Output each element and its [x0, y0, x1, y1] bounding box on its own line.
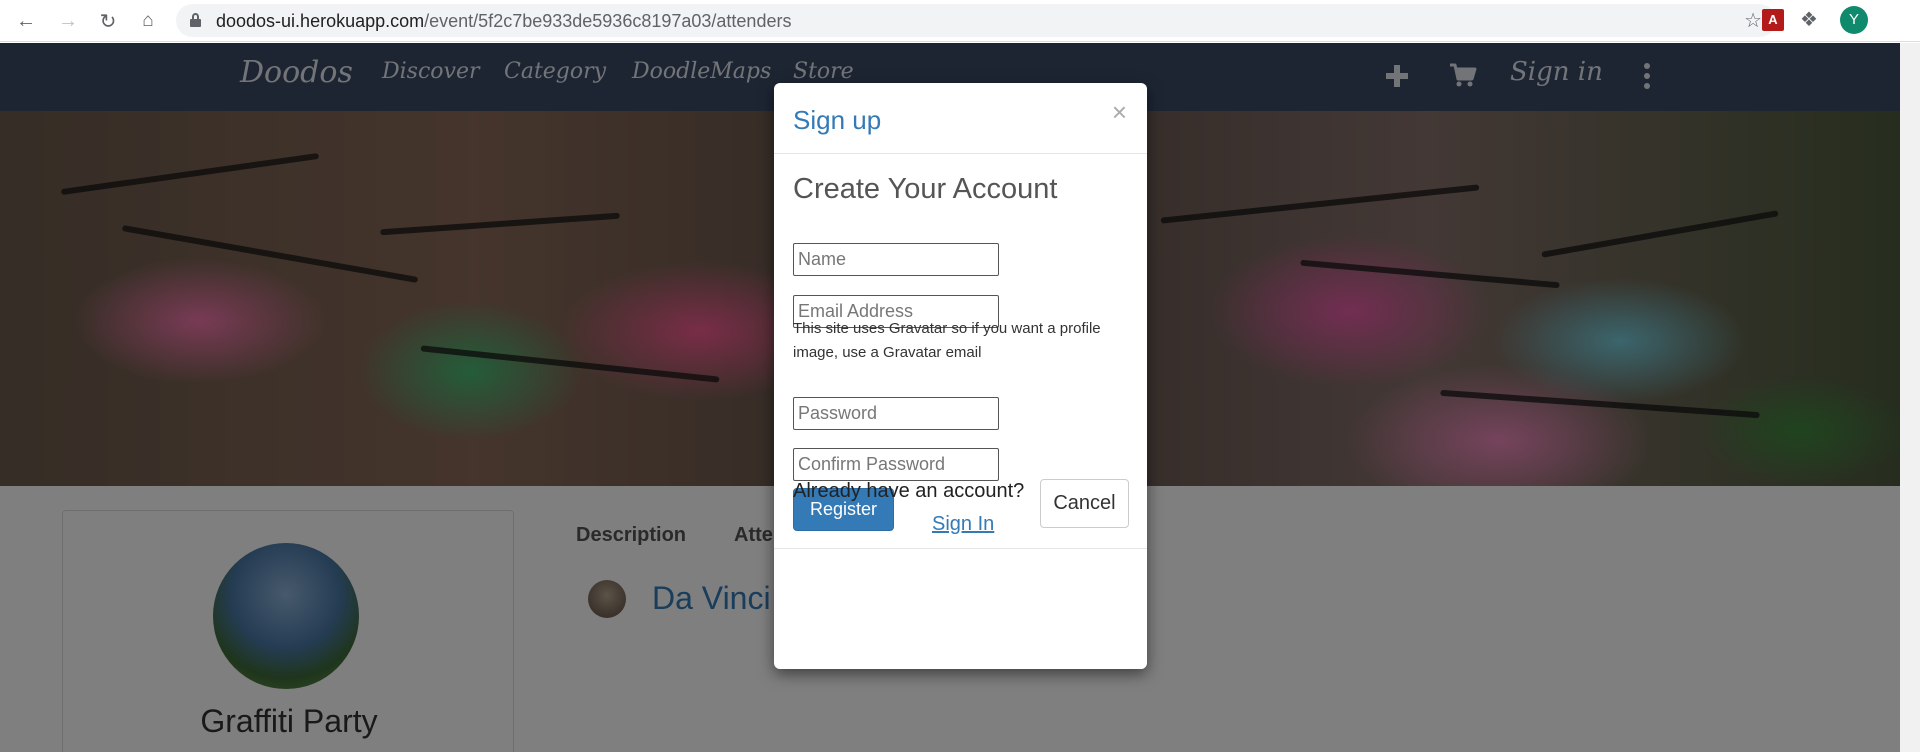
create-account-heading: Create Your Account [793, 173, 1058, 205]
confirm-password-field[interactable] [793, 448, 999, 481]
name-field[interactable] [793, 243, 999, 276]
gravatar-help-text: This site uses Gravatar so if you want a… [793, 320, 1101, 361]
pdf-extension-icon[interactable]: A [1762, 9, 1784, 31]
lock-icon [190, 13, 201, 27]
password-field[interactable] [793, 397, 999, 430]
have-account-text: Already have an account? [793, 480, 1025, 502]
cancel-button[interactable]: Cancel [1040, 479, 1129, 528]
url-path: /event/5f2c7be933de5936c8197a03/attender… [424, 11, 792, 31]
browser-toolbar: ← → ↻ ⌂ doodos-ui.herokuapp.com/event/5f… [0, 0, 1920, 42]
page-scrollbar[interactable] [1900, 43, 1920, 752]
modal-title: Sign up [793, 105, 882, 135]
sign-in-link[interactable]: Sign In [932, 513, 994, 536]
extensions-puzzle-icon[interactable]: ❖ [1800, 7, 1818, 32]
close-icon[interactable]: × [1112, 99, 1127, 125]
address-bar[interactable]: doodos-ui.herokuapp.com/event/5f2c7be933… [176, 4, 1776, 37]
reload-icon[interactable]: ↻ [94, 7, 122, 35]
signup-modal: Sign up × Create Your Account This site … [774, 83, 1147, 669]
back-arrow-icon[interactable]: ← [12, 7, 40, 35]
url-host: doodos-ui.herokuapp.com [216, 11, 425, 31]
forward-arrow-icon[interactable]: → [54, 7, 82, 35]
bookmark-star-icon[interactable]: ☆ [1744, 8, 1762, 33]
modal-header: Sign up × [774, 83, 1147, 154]
url-text: doodos-ui.herokuapp.com/event/5f2c7be933… [216, 11, 791, 32]
profile-avatar[interactable]: Y [1840, 6, 1868, 34]
home-icon[interactable]: ⌂ [134, 7, 162, 35]
